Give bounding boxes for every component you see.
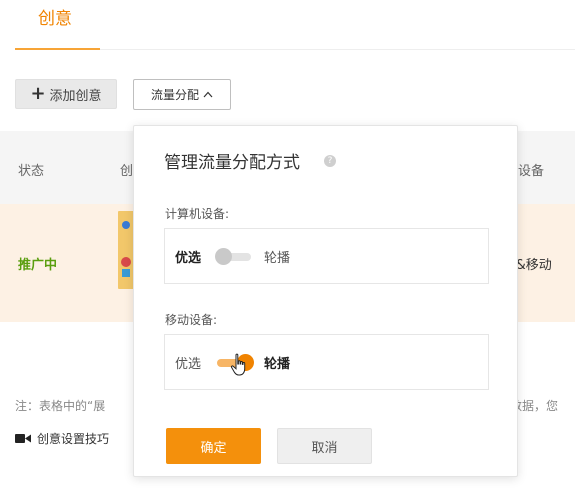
add-creative-label: 添加创意 [49, 88, 102, 104]
mobile-device-options: 优选 轮播 [164, 334, 489, 390]
computer-device-label: 计算机设备: [165, 207, 230, 221]
popover-title: 管理流量分配方式 [164, 153, 300, 173]
mobile-option-preferred[interactable]: 优选 [175, 353, 201, 372]
question-circle-icon[interactable]: ? [324, 155, 336, 167]
cancel-button[interactable]: 取消 [277, 428, 372, 464]
hand-cursor-icon [230, 353, 246, 376]
computer-allocation-toggle[interactable] [215, 248, 254, 265]
mobile-option-rotate[interactable]: 轮播 [264, 353, 290, 372]
traffic-allocation-label: 流量分配 [150, 88, 199, 102]
tab-creative[interactable]: 创意 [38, 4, 72, 29]
tab-divider [100, 49, 575, 50]
computer-option-preferred[interactable]: 优选 [175, 247, 201, 266]
tab-active-indicator [15, 48, 100, 50]
computer-option-rotate[interactable]: 轮播 [264, 247, 290, 266]
chevron-up-icon [203, 91, 213, 98]
table-note: 注：表格中的“展 [15, 399, 106, 413]
traffic-allocation-popover: 管理流量分配方式 ? 计算机设备: 优选 轮播 移动设备: 优选 轮播 确定 取… [133, 125, 518, 477]
creative-tips-link[interactable]: 创意设置技巧 [15, 430, 109, 447]
video-camera-icon [15, 434, 31, 443]
plus-icon: + [30, 83, 46, 104]
status-badge: 推广中 [18, 258, 58, 273]
creative-tips-label: 创意设置技巧 [37, 432, 110, 446]
traffic-allocation-button[interactable]: 流量分配 [133, 79, 231, 110]
col-header-device: 设备 [518, 164, 545, 179]
mobile-device-label: 移动设备: [165, 313, 218, 327]
confirm-button[interactable]: 确定 [166, 428, 261, 464]
add-creative-button[interactable]: + 添加创意 [15, 79, 117, 109]
computer-device-options: 优选 轮播 [164, 228, 489, 284]
col-header-creative: 创 [120, 164, 134, 179]
col-header-status: 状态 [18, 164, 45, 179]
